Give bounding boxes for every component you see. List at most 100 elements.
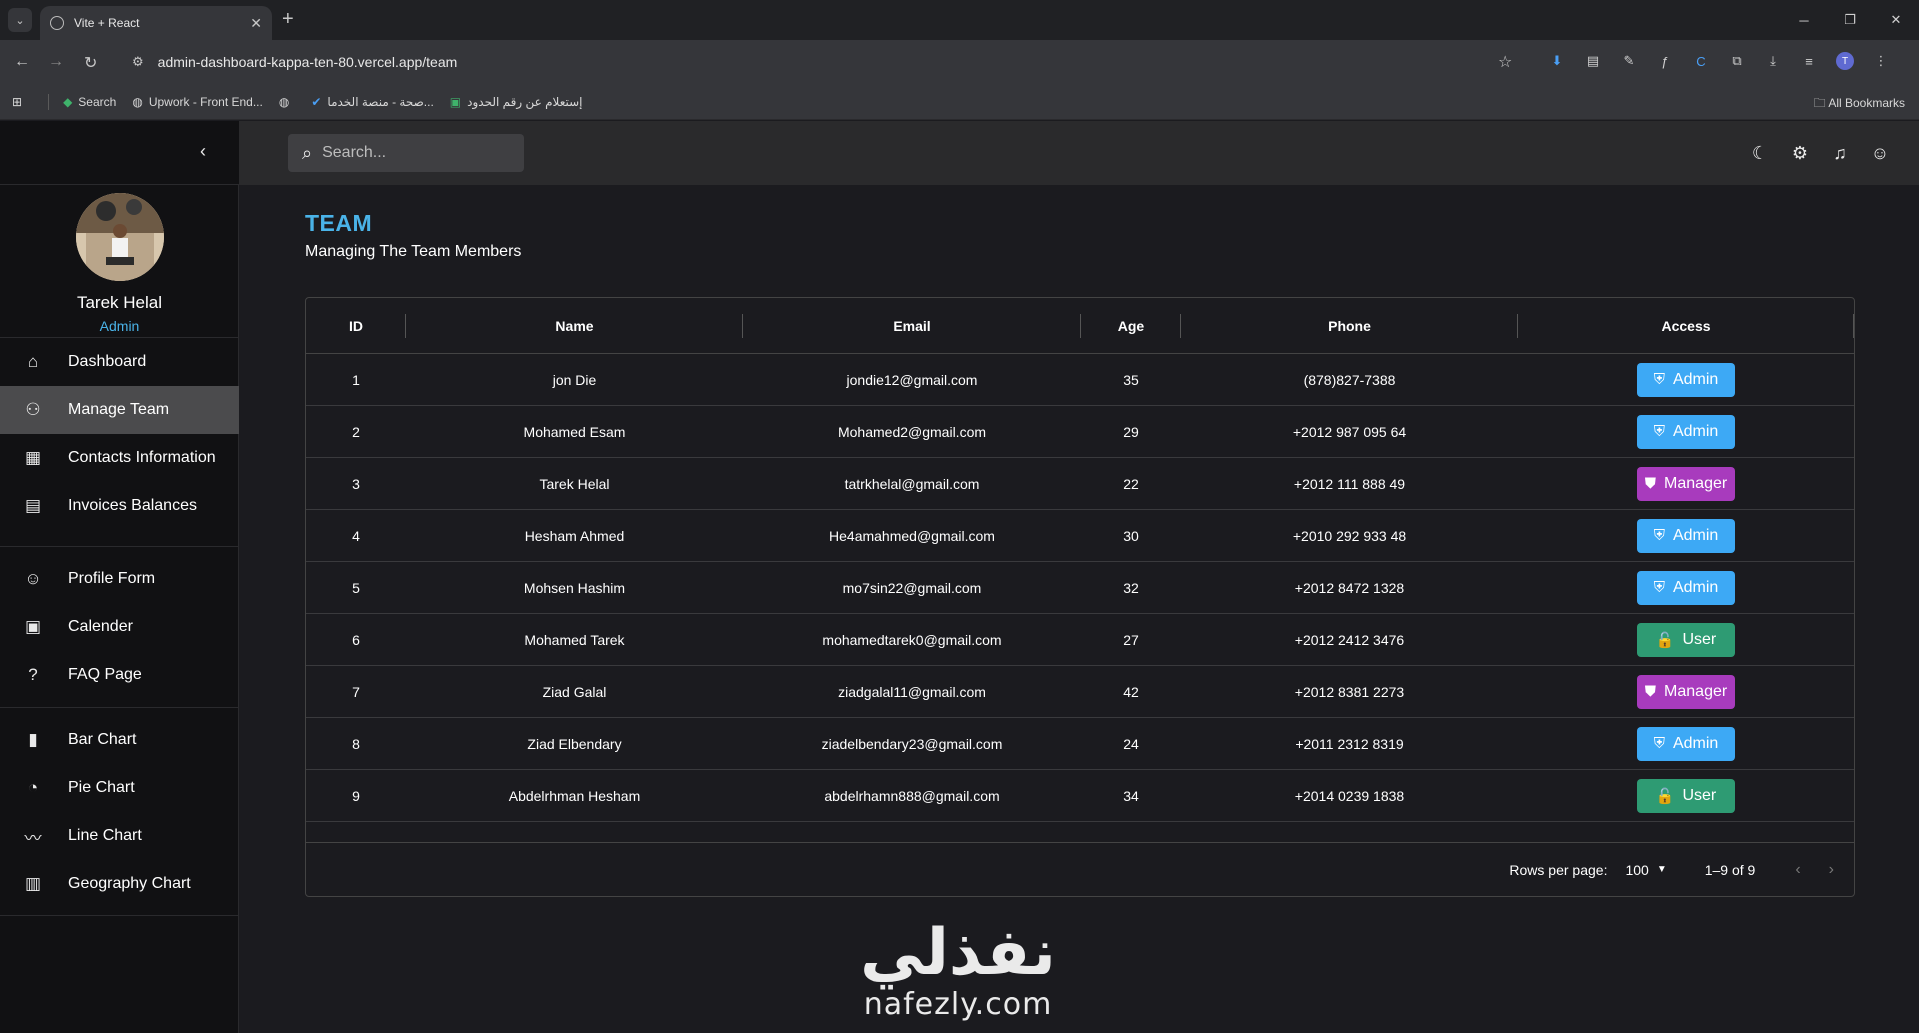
watermark-arabic: نفذلي <box>860 916 1056 990</box>
sidebar-item-manage-team[interactable]: ⚇ Manage Team <box>0 386 239 434</box>
sidebar-item-contacts[interactable]: ▦ Contacts Information <box>0 434 239 482</box>
caret-down-icon: ▼ <box>1656 864 1667 875</box>
tab-search-menu[interactable]: ⌄ <box>8 8 32 32</box>
home-icon: ⌂ <box>27 352 39 371</box>
cell-name: Abdelrhman Hesham <box>508 787 641 804</box>
bar-chart-icon: ▮ <box>28 730 38 749</box>
table-row[interactable]: 8 Ziad Elbendary ziadelbendary23@gmail.com… <box>306 718 1854 770</box>
column-header-age[interactable]: Age <box>1081 298 1181 354</box>
bookmark-item[interactable]: ◍ Upwork - Front End... <box>132 95 263 109</box>
cell-age: 29 <box>1123 423 1139 440</box>
settings-icon[interactable]: ⚙ <box>1789 142 1811 164</box>
table-row[interactable]: 3 Tarek Helal tatrkhelal@gmail.com 22 +2012 … <box>306 458 1854 510</box>
eyedropper-extension-icon[interactable]: ✎ <box>1618 51 1640 71</box>
browser-tab-strip: ⌄ Vite + React ✕ + ─ ❐ ✕ <box>0 0 1919 40</box>
table-row[interactable]: 4 Hesham Ahmed He4amahmed@gmail.com 30 +2010… <box>306 510 1854 562</box>
page-subtitle: Managing The Team Members <box>305 243 522 260</box>
table-footer: Rows per page: 100 ▼ 1–9 of 9 ‹ › <box>306 842 1854 896</box>
avatar <box>76 193 164 281</box>
table-row[interactable]: 1 jon Die jondie12@gmail.com 35 (878)827-738… <box>306 354 1854 406</box>
sidebar-item-bar-chart[interactable]: ▮ Bar Chart <box>0 716 239 764</box>
sidebar-item-geography-chart[interactable]: ▥ Geography Chart <box>0 860 239 908</box>
new-tab-button[interactable]: + <box>282 8 294 30</box>
cell-email: ziadgalal11@gmail.com <box>838 683 986 700</box>
previous-page-icon[interactable]: ‹ <box>1795 861 1800 879</box>
column-header-email[interactable]: Email <box>743 298 1081 354</box>
team-table: ID Name Email Age Phone Access 1 jon Die j… <box>305 297 1855 897</box>
cell-phone: +2012 987 095 64 <box>1292 423 1407 440</box>
close-icon[interactable]: ✕ <box>250 15 262 32</box>
browser-tab[interactable]: Vite + React ✕ <box>40 6 272 40</box>
c-extension-icon[interactable]: C <box>1690 51 1712 71</box>
next-page-icon[interactable]: › <box>1829 861 1834 879</box>
sidebar-item-dashboard[interactable]: ⌂ Dashboard <box>0 338 239 386</box>
sidebar-item-invoices[interactable]: ▤ Invoices Balances <box>0 482 239 530</box>
sidebar-item-profile-form[interactable]: ☺ Profile Form <box>0 555 239 603</box>
watermark-latin: nafezly.com <box>863 987 1053 1022</box>
nav-group-charts: ▮ Bar Chart ◔ Pie Chart 〰 Line Chart ▥ Geogr… <box>0 707 239 908</box>
font-extension-icon[interactable]: ƒ <box>1654 51 1676 71</box>
reload-icon[interactable]: ↻ <box>84 53 97 73</box>
column-header-phone[interactable]: Phone <box>1181 298 1518 354</box>
notifications-icon[interactable]: ♫ <box>1829 142 1851 164</box>
reader-extension-icon[interactable]: ▤ <box>1582 51 1604 71</box>
table-row[interactable]: 5 Mohsen Hashim mo7sin22@gmail.com 32 +2012 … <box>306 562 1854 614</box>
admin-shield-icon: ⛨ <box>1653 527 1665 544</box>
pie-chart-icon: ◔ <box>27 778 39 797</box>
table-row[interactable]: 9 Abdelrhman Hesham abdelrhamn888@gmail.co… <box>306 770 1854 822</box>
search-box[interactable]: ⌕ <box>288 134 524 172</box>
profile-avatar[interactable]: T <box>1836 52 1854 70</box>
cell-phone: +2012 8381 2273 <box>1294 683 1405 700</box>
site-info-icon[interactable]: ⚙ <box>132 54 144 70</box>
calendar-icon: ▣ <box>24 617 42 636</box>
bookmark-item[interactable]: ◆ Search <box>63 95 116 109</box>
chevron-left-icon[interactable]: ‹ <box>200 141 206 162</box>
sidebar-item-pie-chart[interactable]: ◔ Pie Chart <box>0 764 239 812</box>
url-field[interactable]: ⚙ admin-dashboard-kappa-ten-80.vercel.ap… <box>124 46 1524 78</box>
column-header-name[interactable]: Name <box>406 298 743 354</box>
table-row[interactable]: 6 Mohamed Tarek mohamedtarek0@gmail.com 27 +… <box>306 614 1854 666</box>
apps-icon[interactable]: ⊞ <box>12 95 28 109</box>
cell-name: Mohsen Hashim <box>523 579 626 596</box>
cell-id: 8 <box>352 735 360 752</box>
reading-list-icon[interactable]: ≡ <box>1798 51 1820 71</box>
sidebar-item-line-chart[interactable]: 〰 Line Chart <box>0 812 239 860</box>
all-bookmarks[interactable]: 🗀 All Bookmarks <box>1814 94 1905 115</box>
manager-shield-icon: ⛊ <box>1644 475 1657 492</box>
back-icon[interactable]: ← <box>14 53 30 71</box>
bookmark-item[interactable]: ▣ إستعلام عن رقم الحدود <box>450 95 583 109</box>
sidebar-header: ‹ <box>0 121 239 185</box>
search-input[interactable] <box>322 144 503 162</box>
column-header-id[interactable]: ID <box>306 298 406 354</box>
table-row[interactable]: 2 Mohamed Esam Mohamed2@gmail.com 29 +2012 9… <box>306 406 1854 458</box>
rows-per-page-select[interactable]: 100 ▼ <box>1625 862 1666 878</box>
lock-open-icon: 🔓 <box>1655 787 1675 805</box>
lock-open-icon: 🔓 <box>1655 631 1675 649</box>
bookmark-item[interactable]: ◍ <box>279 95 295 109</box>
access-badge: ⛊ Manager <box>1637 674 1735 709</box>
cell-phone: +2011 2312 8319 <box>1295 735 1404 752</box>
kebab-menu-icon[interactable]: ⋮ <box>1870 51 1892 71</box>
bookmark-item[interactable]: ✔ صحة - منصة الخدما... <box>311 95 433 109</box>
table-row[interactable]: 7 Ziad Galal ziadgalal11@gmail.com 42 +2012 … <box>306 666 1854 718</box>
sidebar-item-calendar[interactable]: ▣ Calender <box>0 603 239 651</box>
window-close-icon[interactable]: ✕ <box>1873 0 1919 40</box>
access-badge: 🔓 User <box>1637 622 1735 657</box>
cell-access: ⛨ Admin <box>1518 562 1854 614</box>
forward-icon[interactable]: → <box>48 53 64 71</box>
bookmarks-bar: ⊞ ◆ Search ◍ Upwork - Front End... ◍ ✔ صحة … <box>0 84 1919 120</box>
restore-icon[interactable]: ❐ <box>1827 0 1873 40</box>
dark-mode-icon[interactable]: ☾ <box>1749 142 1771 164</box>
minimize-icon[interactable]: ─ <box>1781 0 1827 40</box>
account-icon[interactable]: ☺ <box>1869 142 1891 164</box>
cell-age: 24 <box>1123 735 1139 752</box>
downloads-icon[interactable]: ⤓ <box>1762 51 1784 71</box>
column-header-access[interactable]: Access <box>1518 298 1854 354</box>
cell-email: abdelrhamn888@gmail.com <box>824 787 1000 804</box>
bookmark-star-icon[interactable]: ☆ <box>1498 52 1512 72</box>
admin-shield-icon: ⛨ <box>1653 423 1665 440</box>
puzzle-extension-icon[interactable]: ⧉ <box>1726 51 1748 71</box>
cell-name: Mohamed Esam <box>523 423 626 440</box>
sidebar-item-faq[interactable]: ? FAQ Page <box>0 651 239 699</box>
download-extension-icon[interactable]: ⬇ <box>1546 51 1568 71</box>
